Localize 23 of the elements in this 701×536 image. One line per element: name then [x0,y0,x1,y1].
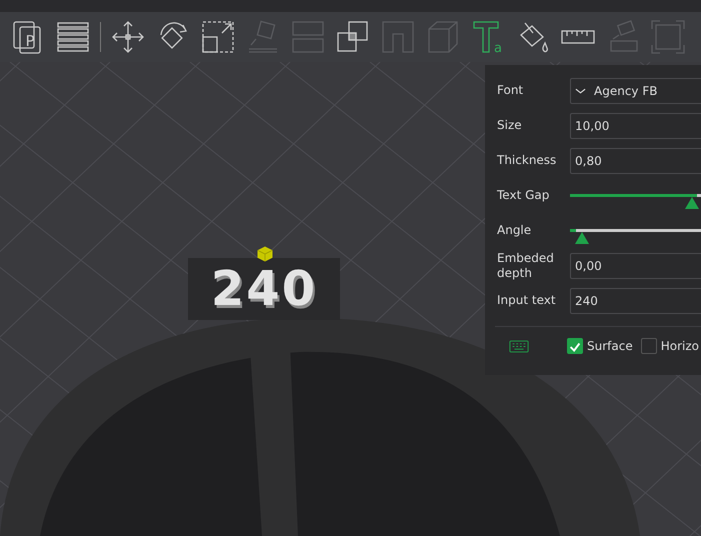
field-label: Size [497,118,523,133]
font-dropdown[interactable]: Agency FB [570,78,701,104]
checkbox-option[interactable]: Surface [567,338,633,354]
keyboard-icon[interactable] [509,340,529,352]
chevron-icon [575,86,586,94]
checkbox[interactable] [640,338,657,354]
input-field[interactable]: 240 [570,288,701,314]
field-label: Embeded depth [497,251,555,280]
input-field[interactable]: 0,00 [570,252,701,278]
field-label: Angle [497,223,532,238]
field-label: Thickness [497,153,558,168]
slider-thumb[interactable] [575,232,590,244]
embossed-text: 240 [210,265,318,313]
cube-gizmo-icon[interactable] [256,245,274,263]
scale-icon[interactable] [200,19,236,55]
checkbox-option[interactable]: Horizo [640,338,699,354]
input-field[interactable]: 10,00 [570,112,701,138]
field-label: Text Gap [497,188,550,203]
field-label: Font [497,83,524,98]
field-label: Input text [497,293,557,308]
input-field[interactable]: 0,80 [570,148,701,174]
move-icon[interactable] [110,19,146,55]
checkbox[interactable] [567,338,583,354]
